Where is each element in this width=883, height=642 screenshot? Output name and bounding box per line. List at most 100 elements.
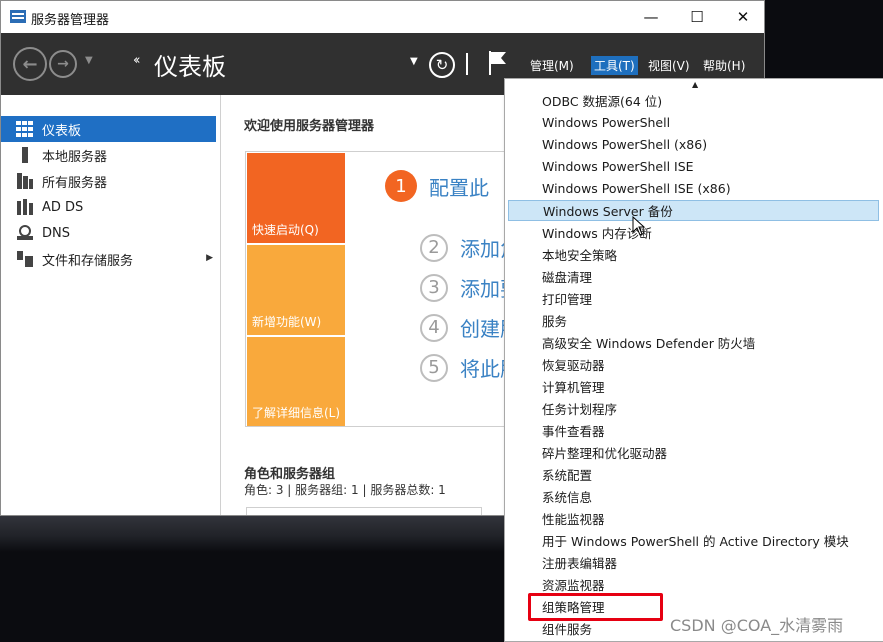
minimize-icon: — <box>643 8 659 26</box>
tools-menu-item[interactable]: 注册表编辑器 <box>508 552 879 573</box>
roles-heading: 角色和服务器组 <box>244 467 336 482</box>
minimize-button[interactable]: — <box>628 1 674 33</box>
step-number: 3 <box>420 273 448 302</box>
tools-menu-item-label: 服务 <box>542 314 568 329</box>
refresh-button[interactable]: ↻ <box>429 52 455 78</box>
tools-menu-item[interactable]: 恢复驱动器 <box>508 354 879 375</box>
tools-menu: ▲ ODBC 数据源(64 位) Windows PowerShell Window… <box>504 78 883 642</box>
tools-menu-item[interactable]: ODBC 数据源(64 位) <box>508 90 879 111</box>
step-number: 4 <box>420 313 448 342</box>
sidebar-item-label: 本地服务器 <box>42 149 108 165</box>
page-title: 仪表板 <box>154 53 226 81</box>
tools-menu-item-label: 磁盘清理 <box>542 270 593 285</box>
sidebar-item-file-storage[interactable]: 文件和存储服务 ▶ <box>1 246 216 272</box>
back-button[interactable]: ← <box>13 47 47 81</box>
watermark-text: CSDN @COA_水清雾雨 <box>670 616 844 635</box>
step-number: 5 <box>420 353 448 382</box>
tools-menu-item[interactable]: 资源监视器 <box>508 574 879 595</box>
tools-menu-item-label: Windows Server 备份 <box>543 204 673 219</box>
step-1[interactable]: 1 配置此 <box>385 170 489 202</box>
annotation-highlight-box <box>528 593 663 621</box>
forward-arrow-icon: → <box>57 56 69 72</box>
menu-view[interactable]: 视图(V) <box>645 56 693 75</box>
tools-menu-item[interactable]: 事件查看器 <box>508 420 879 441</box>
tools-menu-item[interactable]: 计算机管理 <box>508 376 879 397</box>
tools-menu-item-label: 碎片整理和优化驱动器 <box>542 446 668 461</box>
tools-menu-item-label: 打印管理 <box>542 292 593 307</box>
maximize-button[interactable]: ☐ <box>674 1 720 33</box>
tile-label: 了解详细信息(L) <box>252 406 341 420</box>
sidebar-item-dns[interactable]: DNS <box>1 220 216 246</box>
tools-menu-item-label: 任务计划程序 <box>542 402 618 417</box>
expand-arrow-icon[interactable]: ▶ <box>206 253 213 263</box>
server-manager-app-icon <box>10 10 26 23</box>
tools-menu-item[interactable]: 任务计划程序 <box>508 398 879 419</box>
tools-menu-item-label: 恢复驱动器 <box>542 358 605 373</box>
tools-menu-item[interactable]: Windows Server 备份 <box>508 200 879 221</box>
tools-menu-item[interactable]: Windows PowerShell (x86) <box>508 134 879 155</box>
tools-menu-item[interactable]: 高级安全 Windows Defender 防火墙 <box>508 332 879 353</box>
tools-menu-item-label: Windows PowerShell ISE (x86) <box>542 181 731 196</box>
ad-ds-icon <box>17 199 33 215</box>
tools-menu-item[interactable]: 打印管理 <box>508 288 879 309</box>
tile-label: 快速启动(Q) <box>252 223 319 237</box>
tile-whats-new[interactable]: 新增功能(W) <box>247 245 345 335</box>
notifications-flag-icon[interactable] <box>488 50 508 76</box>
history-dropdown-icon[interactable]: ▼ <box>85 55 93 66</box>
sidebar: 仪表板 本地服务器 所有服务器 AD DS DNS 文件和存储服务 ▶ <box>1 95 221 515</box>
tools-menu-item[interactable]: Windows PowerShell <box>508 112 879 133</box>
tools-menu-item-label: ODBC 数据源(64 位) <box>542 94 663 109</box>
forward-button[interactable]: → <box>49 50 77 78</box>
tools-menu-item-label: 性能监视器 <box>542 512 605 527</box>
step-number: 1 <box>385 170 417 202</box>
tools-menu-item[interactable]: 服务 <box>508 310 879 331</box>
header-separator <box>466 53 468 75</box>
tools-menu-item-label: 本地安全策略 <box>542 248 618 263</box>
tools-menu-item[interactable]: 系统配置 <box>508 464 879 485</box>
sidebar-item-dashboard[interactable]: 仪表板 <box>1 116 216 142</box>
tools-menu-item-label: 计算机管理 <box>542 380 605 395</box>
tools-menu-item[interactable]: 性能监视器 <box>508 508 879 529</box>
menu-tools[interactable]: 工具(T) <box>591 56 638 75</box>
breadcrumb-dropdown-icon[interactable]: ▼ <box>410 56 418 67</box>
tools-menu-item-label: 系统信息 <box>542 490 593 505</box>
roles-summary: 角色: 3 | 服务器组: 1 | 服务器总数: 1 <box>244 483 446 497</box>
menu-help[interactable]: 帮助(H) <box>700 56 748 75</box>
mouse-cursor-icon <box>632 216 646 236</box>
tile-label: 新增功能(W) <box>252 315 322 329</box>
back-arrow-icon: ← <box>22 53 38 75</box>
tools-menu-item-label: Windows PowerShell <box>542 115 671 130</box>
maximize-icon: ☐ <box>690 8 704 26</box>
role-tile[interactable] <box>246 507 482 515</box>
tools-menu-item-label: 事件查看器 <box>542 424 605 439</box>
close-button[interactable]: ✕ <box>720 1 764 33</box>
tools-menu-item-label: 用于 Windows PowerShell 的 Active Directory… <box>542 534 849 549</box>
sidebar-item-all-servers[interactable]: 所有服务器 <box>1 168 216 194</box>
quick-start-panel: 快速启动(Q) 新增功能(W) 了解详细信息(L) 1 配置此 2 添加角 3 … <box>245 151 535 427</box>
tile-learn-more[interactable]: 了解详细信息(L) <box>247 337 345 426</box>
tools-menu-item[interactable]: 碎片整理和优化驱动器 <box>508 442 879 463</box>
tools-menu-item[interactable]: 本地安全策略 <box>508 244 879 265</box>
local-server-icon <box>22 147 28 163</box>
tools-menu-item-label: Windows PowerShell (x86) <box>542 137 708 152</box>
refresh-icon: ↻ <box>435 56 449 74</box>
tools-menu-item[interactable]: 磁盘清理 <box>508 266 879 287</box>
welcome-heading: 欢迎使用服务器管理器 <box>244 119 375 134</box>
step-number: 2 <box>420 233 448 262</box>
tile-quick-start[interactable]: 快速启动(Q) <box>247 153 345 243</box>
breadcrumb-arrows: ‹‹ <box>133 53 141 68</box>
tools-menu-item[interactable]: 系统信息 <box>508 486 879 507</box>
tools-menu-item[interactable]: 用于 Windows PowerShell 的 Active Directory… <box>508 530 879 551</box>
sidebar-item-label: 文件和存储服务 <box>42 253 134 269</box>
sidebar-item-local-server[interactable]: 本地服务器 <box>1 142 216 168</box>
tools-menu-item-label: 组件服务 <box>542 622 593 637</box>
tools-menu-item[interactable]: Windows 内存诊断 <box>508 222 879 243</box>
tools-menu-item[interactable]: Windows PowerShell ISE <box>508 156 879 177</box>
tools-menu-item[interactable]: Windows PowerShell ISE (x86) <box>508 178 879 199</box>
sidebar-item-ad-ds[interactable]: AD DS <box>1 194 216 220</box>
tools-menu-item-label: 注册表编辑器 <box>542 556 618 571</box>
menu-manage[interactable]: 管理(M) <box>527 56 577 75</box>
sidebar-item-label: 所有服务器 <box>42 175 108 191</box>
dashboard-icon <box>16 121 33 137</box>
tools-menu-item-label: 资源监视器 <box>542 578 605 593</box>
